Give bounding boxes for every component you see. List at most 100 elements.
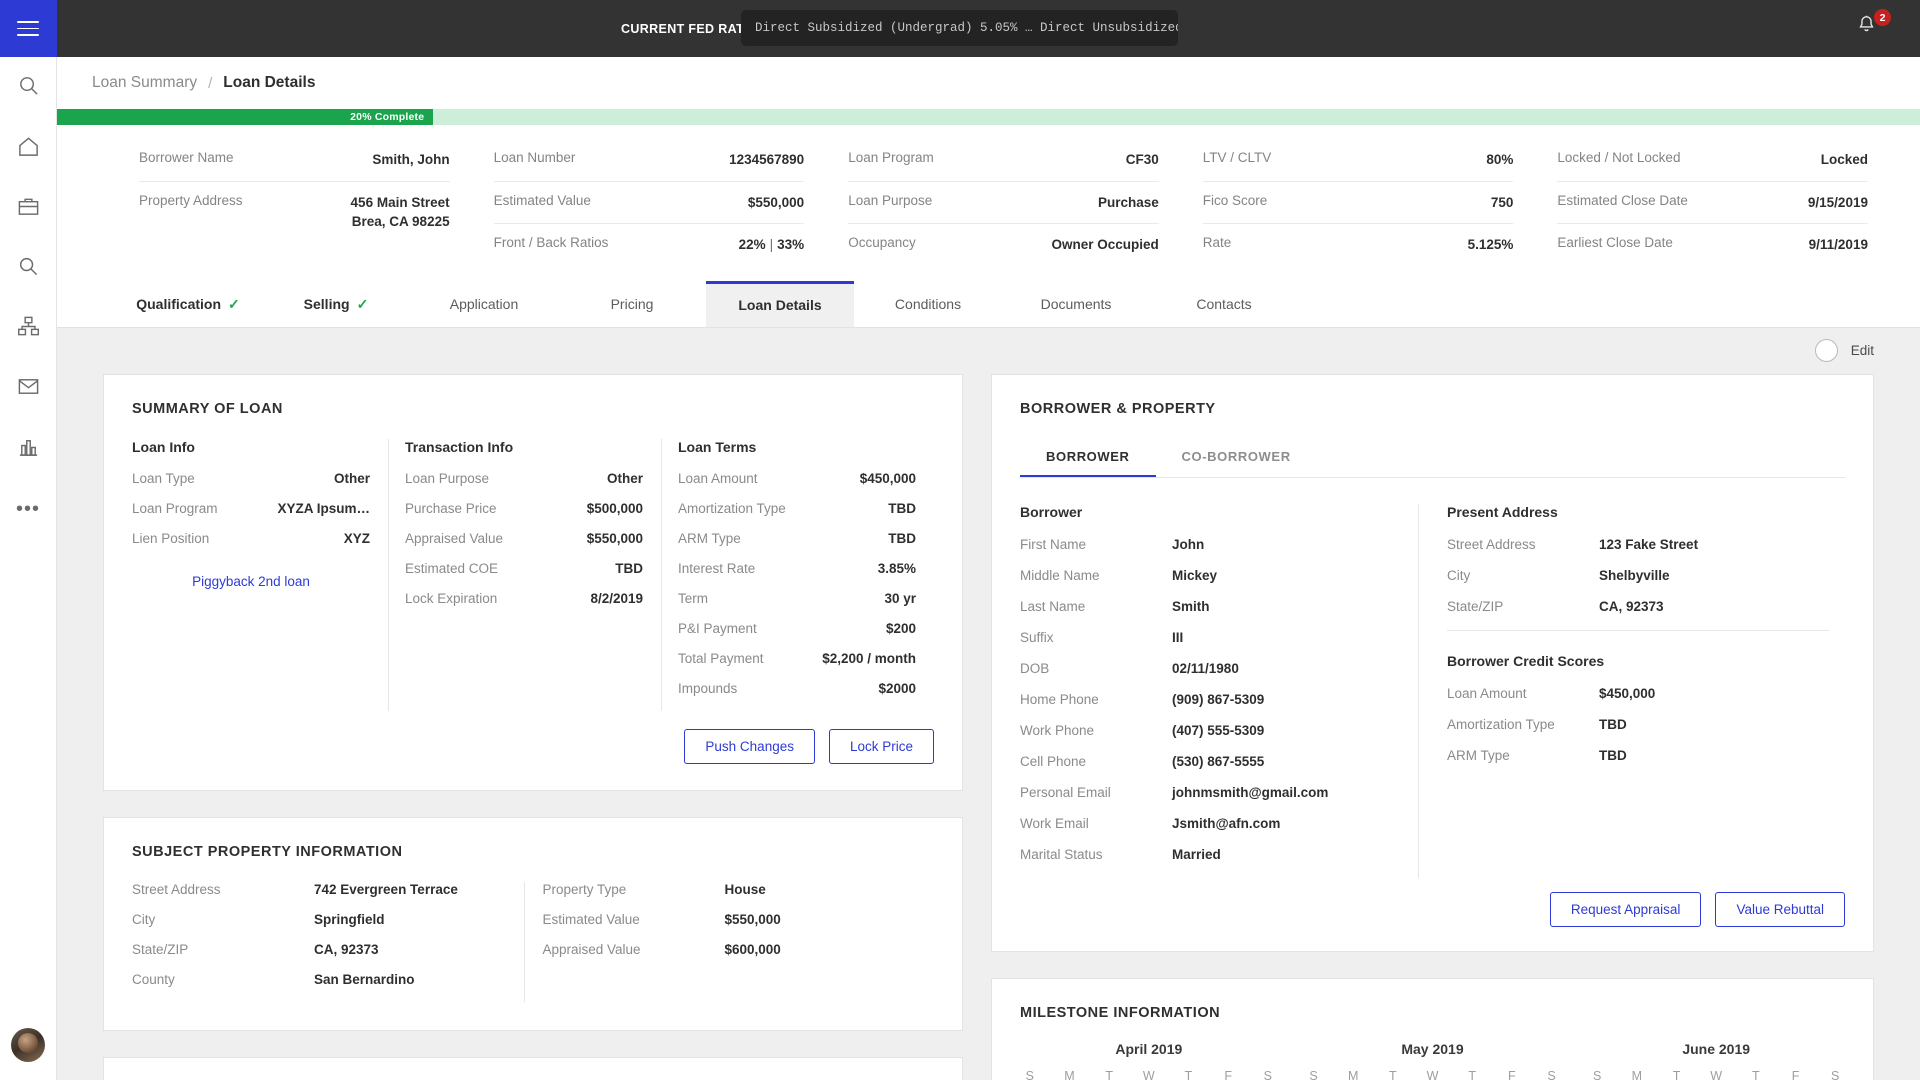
calendar-may: May 2019 S M T W T F S [1294, 1041, 1572, 1080]
loan-info-row: Loan Program XYZA Ipsum… [132, 501, 370, 516]
field-value: (530) 867-5555 [1172, 753, 1265, 769]
push-changes-button[interactable]: Push Changes [684, 728, 815, 764]
summary-of-loan-card: SUMMARY OF LOAN Loan Info Loan Type Othe… [103, 373, 963, 791]
tab-pricing[interactable]: Pricing [558, 282, 706, 327]
field-label: Loan Amount [678, 470, 758, 486]
field-label: Locked / Not Locked [1557, 150, 1681, 165]
rail-item-home[interactable] [0, 119, 57, 179]
field-label: Cell Phone [1020, 753, 1087, 769]
calendar-title: April 2019 [1115, 1040, 1183, 1057]
piggyback-2nd-loan-link[interactable]: Piggyback 2nd loan [132, 574, 370, 589]
loan-terms-group: Loan Terms Loan Amount $450,000 Amortiza… [661, 438, 934, 711]
edit-label[interactable]: Edit [1851, 343, 1874, 358]
breadcrumb-loan-summary[interactable]: Loan Summary [92, 74, 197, 92]
notifications-button[interactable]: 2 [1856, 9, 1891, 44]
milestone-calendars: April 2019 S M T W T F S May 2019 S M T … [992, 1021, 1873, 1080]
subtab-co-borrower[interactable]: CO-BORROWER [1156, 439, 1317, 477]
tab-label: Loan Details [738, 297, 822, 314]
dow-thu: T [1184, 1068, 1193, 1080]
field-label: Occupancy [848, 235, 916, 251]
calendar-day-headers: S M T W T F S [1294, 1069, 1572, 1080]
check-icon: ✓ [228, 295, 240, 312]
rail-item-reports[interactable] [0, 419, 57, 479]
field-value: 3.85% [877, 560, 916, 576]
transaction-info-row: Lock Expiration 8/2/2019 [405, 591, 643, 606]
field-value: $200 [885, 620, 916, 636]
value-rebuttal-button[interactable]: Value Rebuttal [1715, 891, 1845, 927]
borrower-property-card: BORROWER & PROPERTY BORROWER CO-BORROWER… [991, 373, 1874, 952]
borrower-row: Home Phone (909) 867-5309 [1020, 692, 1402, 707]
rail-search-button[interactable] [0, 57, 57, 119]
field-label: Purchase Price [405, 500, 497, 516]
lock-price-button[interactable]: Lock Price [828, 728, 934, 764]
edit-toggle[interactable] [1814, 339, 1838, 363]
loan-terms-row: Impounds $2000 [678, 681, 916, 696]
tab-application[interactable]: Application [410, 282, 558, 327]
left-panel-column: SUMMARY OF LOAN Loan Info Loan Type Othe… [103, 373, 963, 1080]
hamburger-menu-button[interactable] [0, 0, 57, 57]
rail-item-search-loans[interactable] [0, 239, 57, 299]
field-value: 5.125% [1467, 237, 1514, 253]
content-area: Edit SUMMARY OF LOAN Loan Info Loan Type… [57, 327, 1920, 1080]
tab-loan-details[interactable]: Loan Details [706, 280, 854, 327]
rail-item-more[interactable]: ••• [0, 479, 57, 539]
fed-rates-ticker[interactable]: Direct Subsidized (Undergrad) 5.05% … Di… [741, 10, 1178, 46]
field-label: Impounds [678, 680, 738, 696]
field-value: CA, 92373 [1599, 598, 1664, 614]
subtab-borrower[interactable]: BORROWER [1020, 439, 1156, 477]
tab-conditions[interactable]: Conditions [854, 282, 1002, 327]
field-label: City [132, 911, 156, 927]
field-label: Amortization Type [1447, 716, 1555, 732]
field-value: Smith [1172, 598, 1210, 614]
field-value: TBD [888, 530, 916, 546]
summary-field-borrower-name: Borrower Name Smith, John [139, 139, 450, 182]
calendar-april: April 2019 S M T W T F S [1010, 1041, 1288, 1080]
ratio-front: 22% [738, 237, 766, 253]
summary-field-loan-program: Loan Program CF30 [848, 139, 1159, 182]
investor-information-title: INVESTOR INFORMATION [104, 1058, 962, 1080]
field-value: 742 Evergreen Terrace [314, 881, 458, 897]
summary-column-5: Locked / Not Locked Locked Estimated Clo… [1535, 139, 1890, 266]
field-label: Property Type [542, 881, 627, 897]
credit-scores-row: Amortization Type TBD [1447, 717, 1829, 732]
request-appraisal-button[interactable]: Request Appraisal [1549, 891, 1702, 927]
avatar[interactable] [11, 1028, 45, 1062]
field-value: $2,200 / month [822, 650, 916, 666]
borrower-row: Personal Email johnmsmith@gmail.com [1020, 785, 1402, 800]
field-value: XYZ [343, 530, 370, 546]
dow-sat: S [1263, 1068, 1272, 1080]
field-label: Estimated Value [542, 911, 640, 927]
summary-field-occupancy: Occupancy Owner Occupied [848, 224, 1159, 266]
field-value: Owner Occupied [1051, 237, 1159, 253]
mail-icon [17, 375, 40, 403]
tab-contacts[interactable]: Contacts [1150, 282, 1298, 327]
transaction-info-title: Transaction Info [405, 438, 514, 455]
tab-label: Conditions [894, 296, 962, 313]
right-panel-column: BORROWER & PROPERTY BORROWER CO-BORROWER… [991, 373, 1874, 1080]
field-value: XYZA Ipsum… [277, 500, 370, 516]
rail-item-mail[interactable] [0, 359, 57, 419]
field-value: $550,000 [724, 911, 781, 927]
tab-label: Application [449, 296, 519, 313]
summary-column-1: Borrower Name Smith, John Property Addre… [117, 139, 472, 266]
calendar-title: June 2019 [1682, 1040, 1751, 1057]
tab-label: Contacts [1196, 296, 1252, 313]
subject-property-left-group: Street Address 742 Evergreen Terrace Cit… [132, 882, 524, 1002]
field-label: Loan Amount [1447, 685, 1527, 701]
milestone-information-title: MILESTONE INFORMATION [1020, 1004, 1221, 1021]
tab-qualification[interactable]: Qualification ✓ [114, 282, 262, 327]
rail-item-workflow[interactable] [0, 299, 57, 359]
field-value: Springfield [314, 911, 385, 927]
rail-item-pipeline[interactable] [0, 179, 57, 239]
field-value: 02/11/1980 [1172, 660, 1239, 676]
loan-info-row: Loan Type Other [132, 471, 370, 486]
field-label: Amortization Type [678, 500, 786, 516]
field-value: John [1172, 536, 1205, 552]
tab-documents[interactable]: Documents [1002, 282, 1150, 327]
field-value: $2000 [878, 680, 916, 696]
borrower-row: First Name John [1020, 537, 1402, 552]
tab-selling[interactable]: Selling ✓ [262, 282, 410, 327]
field-value: johnmsmith@gmail.com [1172, 784, 1329, 800]
credit-scores-row: ARM Type TBD [1447, 748, 1829, 763]
borrower-subtabs: BORROWER CO-BORROWER [1020, 439, 1845, 478]
